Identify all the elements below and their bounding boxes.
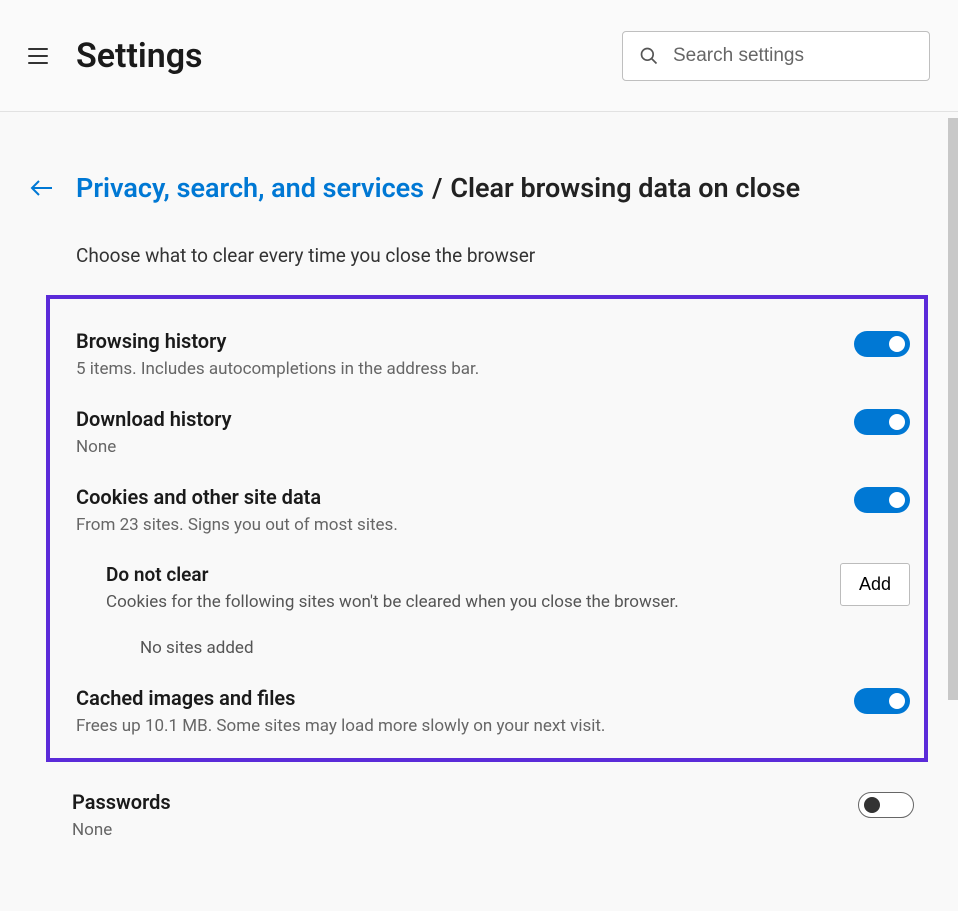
do-not-clear-section: Do not clear Cookies for the following s… — [64, 557, 910, 620]
toggle-browsing-history[interactable] — [854, 331, 910, 357]
add-site-button[interactable]: Add — [840, 563, 910, 606]
option-download-history: Download history None — [64, 401, 910, 479]
option-subtext: None — [76, 437, 842, 457]
option-title: Download history — [76, 407, 842, 431]
toggle-cookies[interactable] — [854, 487, 910, 513]
breadcrumb: Privacy, search, and services / Clear br… — [30, 172, 928, 204]
page-title: Settings — [76, 36, 622, 76]
option-title: Browsing history — [76, 329, 842, 353]
option-title: Cached images and files — [76, 686, 842, 710]
search-box[interactable] — [622, 31, 930, 81]
option-subtext: Frees up 10.1 MB. Some sites may load mo… — [76, 716, 842, 736]
option-subtext: From 23 sites. Signs you out of most sit… — [76, 515, 842, 535]
toggle-cached-images[interactable] — [854, 688, 910, 714]
option-title: Cookies and other site data — [76, 485, 842, 509]
page-description: Choose what to clear every time you clos… — [76, 244, 928, 267]
toggle-download-history[interactable] — [854, 409, 910, 435]
back-arrow-icon[interactable] — [30, 178, 54, 198]
option-title: Passwords — [72, 790, 846, 814]
breadcrumb-parent-link[interactable]: Privacy, search, and services — [76, 172, 424, 204]
search-icon — [639, 46, 659, 66]
do-not-clear-desc: Cookies for the following sites won't be… — [106, 592, 826, 612]
menu-icon[interactable] — [28, 48, 48, 64]
option-browsing-history: Browsing history 5 items. Includes autoc… — [64, 323, 910, 401]
breadcrumb-current: Clear browsing data on close — [450, 172, 800, 204]
option-passwords: Passwords None — [60, 784, 914, 862]
breadcrumb-separator: / — [432, 172, 442, 204]
option-subtext: None — [72, 820, 846, 840]
settings-header: Settings — [0, 0, 958, 112]
scrollbar[interactable] — [948, 118, 958, 700]
option-subtext: 5 items. Includes autocompletions in the… — [76, 359, 842, 379]
option-cookies: Cookies and other site data From 23 site… — [64, 479, 910, 557]
no-sites-text: No sites added — [64, 620, 910, 680]
search-input[interactable] — [673, 45, 918, 67]
option-cached-images: Cached images and files Frees up 10.1 MB… — [64, 680, 910, 738]
do-not-clear-title: Do not clear — [106, 563, 826, 586]
settings-content: Privacy, search, and services / Clear br… — [0, 112, 958, 911]
highlighted-options-box: Browsing history 5 items. Includes autoc… — [46, 295, 928, 762]
toggle-passwords[interactable] — [858, 792, 914, 818]
